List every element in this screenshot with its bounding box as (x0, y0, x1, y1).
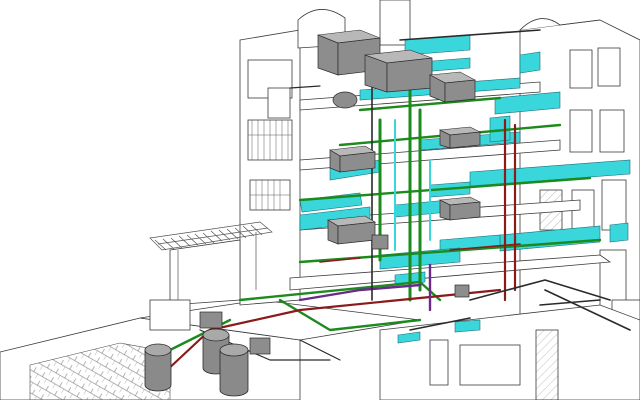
door-lower-1 (429, 339, 449, 386)
duct-l1-3 (454, 319, 481, 333)
pump-1 (371, 234, 389, 250)
valve-1 (454, 284, 470, 298)
window-r5 (571, 189, 595, 233)
chimney (379, 0, 411, 46)
window-r3 (569, 109, 593, 153)
pump-3 (249, 337, 271, 355)
duct-l2-end (609, 222, 629, 243)
window-r6 (601, 179, 627, 231)
mep-isometric-model (0, 0, 640, 400)
window-r2 (597, 47, 621, 87)
hatched-panel-2 (535, 329, 559, 400)
hvac-unit-l3 (329, 145, 376, 173)
left-box (149, 299, 191, 331)
storage-tank-3 (219, 343, 249, 397)
storage-tank-1 (144, 343, 172, 392)
duct-riser-top (519, 51, 541, 74)
window-lower (459, 344, 521, 386)
hvac-unit-roof-3 (428, 71, 477, 103)
water-heater-1 (332, 91, 358, 109)
window-r1 (569, 49, 593, 89)
hvac-unit-roof-2 (364, 49, 433, 93)
hvac-unit-l3b (438, 126, 482, 149)
door-1 (267, 87, 291, 119)
window-r4 (599, 109, 625, 153)
hvac-unit-l2 (327, 215, 376, 245)
model-canvas (0, 0, 640, 400)
left-wing (169, 239, 241, 306)
pump-2 (199, 311, 223, 329)
hvac-unit-l2b (438, 196, 482, 221)
